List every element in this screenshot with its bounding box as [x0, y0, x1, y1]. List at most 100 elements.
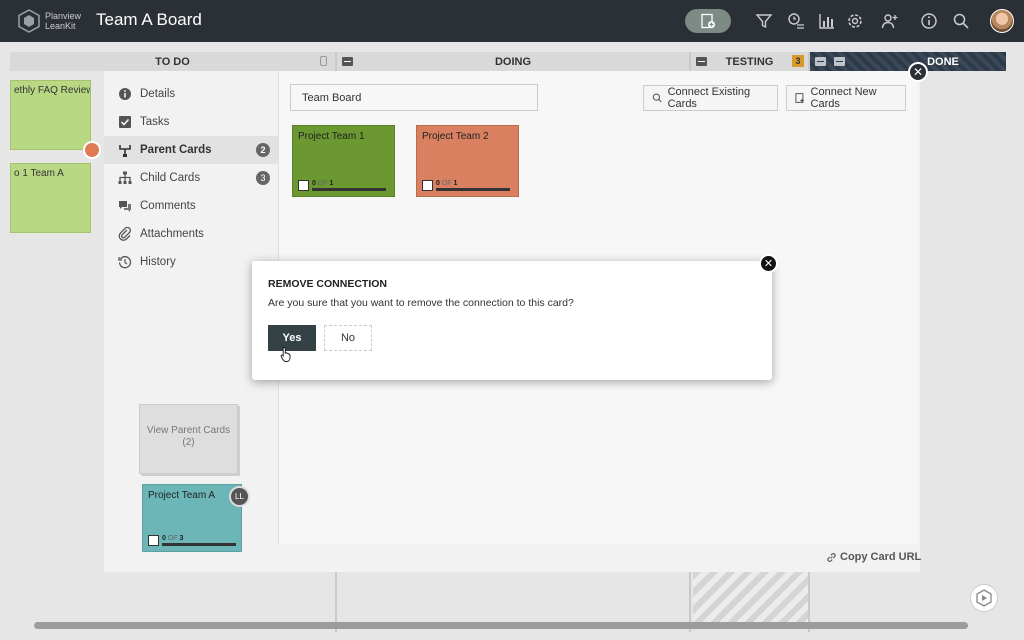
timer-list-icon[interactable]	[787, 12, 805, 30]
column-header-testing[interactable]: TESTING 3	[691, 52, 808, 71]
new-card-icon	[795, 93, 804, 103]
progress-of: OF	[167, 535, 178, 542]
add-card-button[interactable]	[685, 9, 731, 33]
yes-button[interactable]: Yes	[268, 325, 316, 351]
history-icon	[118, 256, 132, 269]
progress-bar	[436, 188, 510, 191]
column-header-doing[interactable]: DOING	[337, 52, 689, 71]
nav-label: Details	[140, 88, 176, 100]
no-button[interactable]: No	[324, 325, 372, 351]
progress-total: 1	[453, 180, 458, 187]
copy-card-url-link[interactable]: Copy Card URL	[826, 551, 921, 563]
card-detail-nav: Details Tasks Parent Cards 2 Child Cards…	[104, 80, 278, 276]
card-progress: 0 OF 1	[422, 180, 510, 191]
board-search-input[interactable]: Team Board	[290, 84, 538, 111]
assignee-avatar[interactable]: LL	[229, 486, 250, 507]
comments-icon	[119, 201, 131, 212]
collapse-icon[interactable]	[342, 57, 353, 66]
view-parent-cards-button[interactable]: View Parent Cards (2)	[139, 404, 238, 474]
nav-item-details[interactable]: Details	[104, 80, 278, 108]
collapse-icon[interactable]	[696, 57, 707, 66]
remove-connection-dialog: REMOVE CONNECTION Are you sure that you …	[252, 261, 772, 380]
column-title-testing: TESTING	[725, 55, 774, 68]
blocked-badge-icon	[83, 141, 101, 159]
dialog-message: Are you sure that you want to remove the…	[268, 297, 574, 309]
card-title: o 1 Team A	[14, 168, 64, 179]
paperclip-icon	[118, 227, 131, 241]
nav-item-attachments[interactable]: Attachments	[104, 220, 278, 248]
horizontal-scrollbar[interactable]	[34, 622, 968, 629]
parent-hierarchy-icon	[119, 145, 131, 157]
nav-label: Parent Cards	[140, 144, 212, 156]
hexagon-help-icon	[976, 589, 992, 607]
button-label: Connect Existing Cards	[667, 86, 751, 110]
progress-total: 1	[329, 180, 334, 187]
board-search-value: Team Board	[302, 91, 362, 104]
progress-bar	[162, 543, 236, 546]
collapse-icon[interactable]	[815, 57, 826, 66]
nav-item-parent-cards[interactable]: Parent Cards 2	[104, 136, 278, 164]
nav-item-comments[interactable]: Comments	[104, 192, 278, 220]
card-progress: 0 OF 1	[298, 180, 386, 191]
nav-label: Comments	[140, 200, 196, 212]
column-header-todo[interactable]: TO DO	[10, 52, 335, 71]
progress-of: OF	[441, 180, 452, 187]
progress-total: 3	[179, 535, 184, 542]
bar-chart-icon[interactable]	[818, 12, 836, 30]
progress-of: OF	[317, 180, 328, 187]
connect-existing-cards-button[interactable]: Connect Existing Cards	[643, 85, 778, 111]
search-icon	[652, 93, 662, 103]
panel-close-button[interactable]: ✕	[908, 62, 928, 82]
add-card-icon	[701, 13, 715, 29]
view-parent-count: (2)	[182, 437, 195, 448]
column-title-doing: DOING	[494, 55, 532, 68]
board-card[interactable]: o 1 Team A	[10, 163, 91, 233]
archive-icon[interactable]	[834, 57, 845, 66]
dialog-close-button[interactable]: ✕	[759, 254, 778, 273]
hatched-lane	[693, 572, 808, 622]
search-icon[interactable]	[952, 12, 970, 30]
user-avatar[interactable]	[990, 9, 1014, 33]
progress-done: 0	[436, 180, 440, 187]
copy-url-label: Copy Card URL	[840, 551, 922, 563]
nav-count-badge: 2	[256, 143, 270, 157]
hexagon-logo-icon	[18, 9, 40, 33]
add-user-icon[interactable]	[881, 12, 899, 30]
logo-line-2: LeanKit	[45, 21, 76, 31]
card-title: Project Team A	[148, 490, 216, 501]
button-label: Connect New Cards	[810, 86, 877, 110]
nav-label: History	[140, 256, 176, 268]
nav-item-tasks[interactable]: Tasks	[104, 108, 278, 136]
filter-icon[interactable]	[755, 12, 773, 30]
link-icon	[827, 552, 836, 562]
gear-icon[interactable]	[846, 12, 864, 30]
lock-icon	[320, 56, 327, 66]
card-title: ethly FAQ Review	[14, 85, 91, 96]
parent-card[interactable]: Project Team 1 0 OF 1	[292, 125, 395, 197]
card-progress: 0 OF 3	[148, 535, 236, 546]
connect-new-cards-button[interactable]: Connect New Cards	[786, 85, 906, 111]
child-cards-icon	[298, 180, 309, 191]
top-bar: Planview LeanKit Team A Board	[0, 0, 1024, 42]
progress-bar	[312, 188, 386, 191]
logo-line-1: Planview	[45, 11, 82, 21]
current-card[interactable]: Project Team A 0 OF 3	[142, 484, 242, 552]
logo-text: Planview LeanKit	[45, 11, 81, 31]
nav-count-badge: 3	[256, 171, 270, 185]
planview-logo[interactable]: Planview LeanKit	[18, 9, 81, 33]
dialog-title: REMOVE CONNECTION	[268, 278, 388, 290]
card-title: Project Team 1	[298, 131, 365, 142]
info-icon	[119, 88, 131, 100]
nav-item-child-cards[interactable]: Child Cards 3	[104, 164, 278, 192]
progress-done: 0	[162, 535, 166, 542]
child-hierarchy-icon	[118, 171, 132, 184]
parent-card[interactable]: Project Team 2 0 OF 1	[416, 125, 519, 197]
column-title-done: DONE	[927, 55, 959, 68]
child-cards-icon	[422, 180, 433, 191]
help-button[interactable]	[970, 584, 998, 612]
nav-label: Child Cards	[140, 172, 201, 184]
nav-label: Attachments	[140, 228, 204, 240]
board-title: Team A Board	[96, 10, 202, 29]
info-icon[interactable]	[920, 12, 938, 30]
board-card[interactable]: ethly FAQ Review	[10, 80, 91, 150]
